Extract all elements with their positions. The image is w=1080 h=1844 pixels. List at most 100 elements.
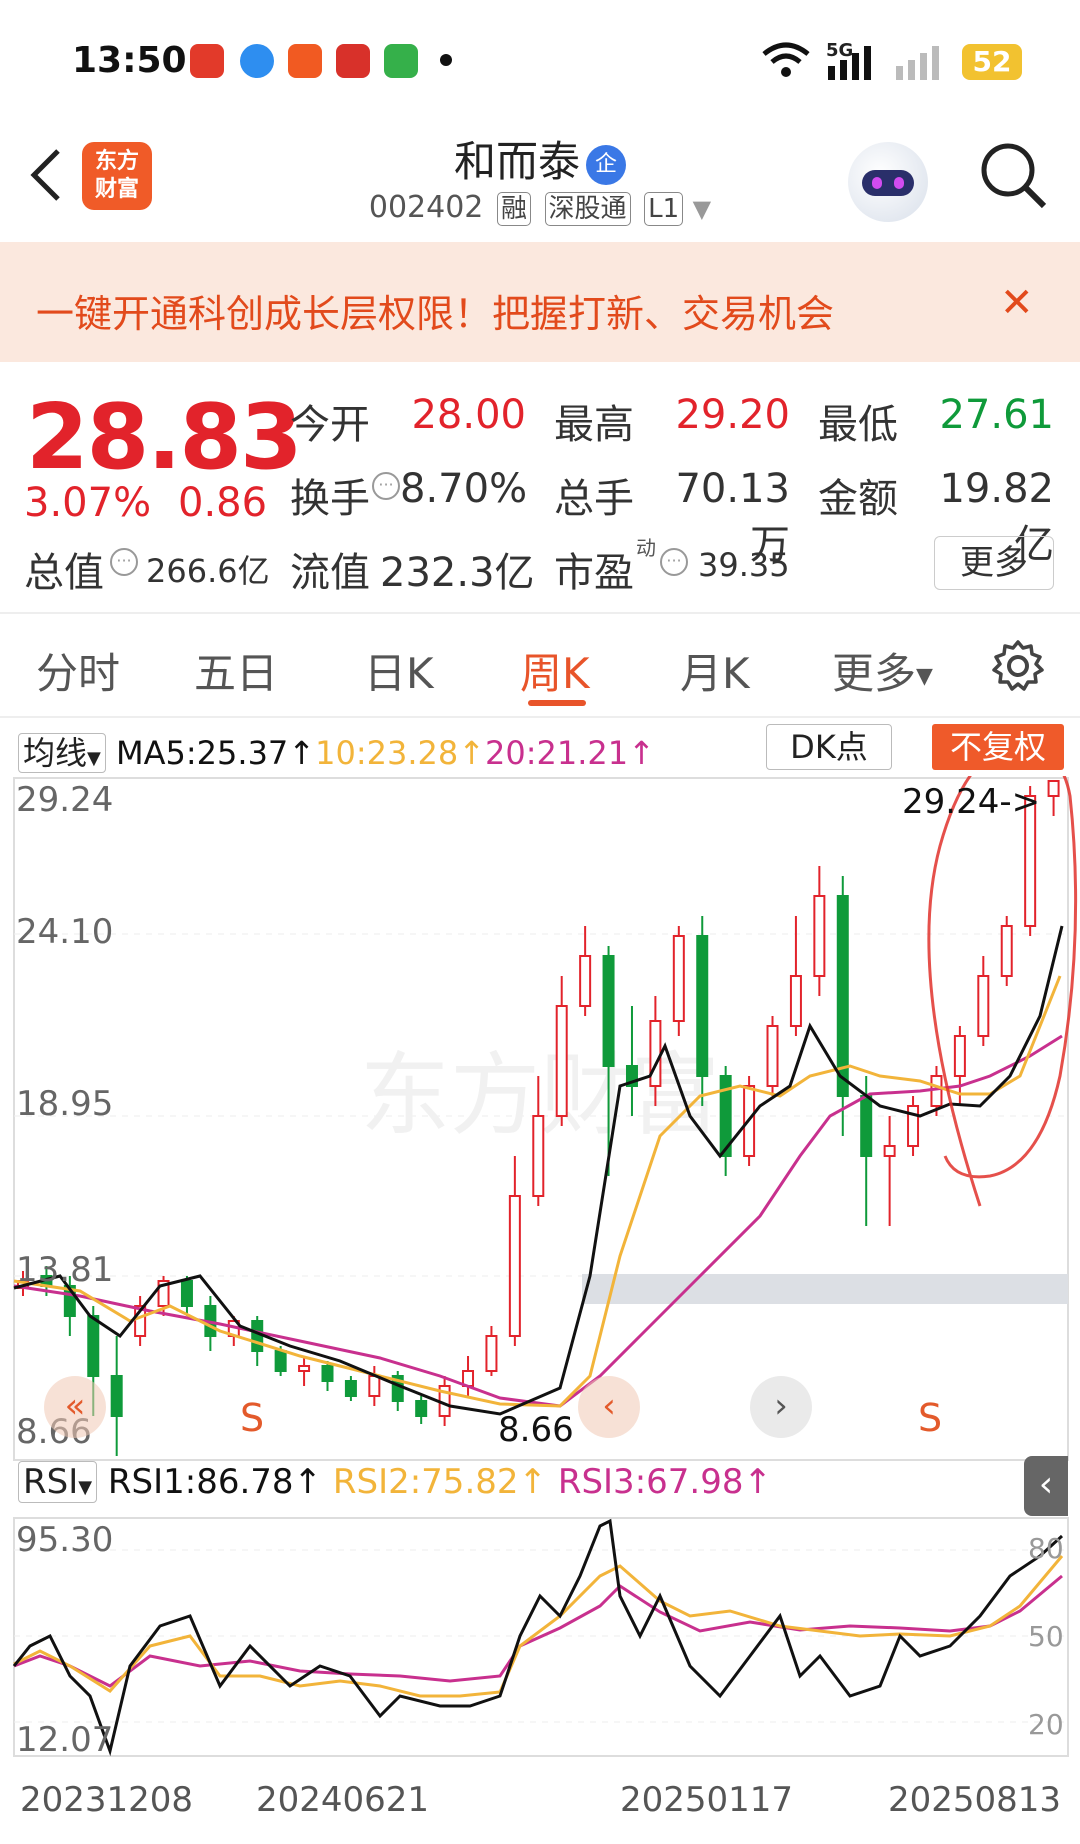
stock-connect-tag: 深股通 <box>544 192 631 226</box>
candle-body <box>649 1020 662 1087</box>
gear-icon[interactable] <box>990 638 1046 694</box>
promo-banner-text[interactable]: 一键开通科创成长层权限！把握打新、交易机会 <box>36 283 834 338</box>
candle-body <box>180 1280 193 1307</box>
change-amount: 0.86 <box>178 480 268 526</box>
signal-icon <box>828 46 939 80</box>
candle-body <box>860 1095 873 1157</box>
change-percent: 3.07% <box>24 480 152 526</box>
forward-button[interactable]: › <box>750 1376 812 1438</box>
rsi-axis-right-label: 20 <box>1028 1708 1064 1741</box>
candle-body <box>977 975 990 1037</box>
candle-body <box>368 1375 381 1397</box>
rsi-selector-label: RSI <box>23 1462 79 1502</box>
assistant-robot-icon[interactable] <box>848 142 928 222</box>
candle-body <box>344 1380 357 1397</box>
fast-back-button[interactable]: « <box>44 1376 106 1438</box>
rsi2-line <box>13 1555 1064 1698</box>
close-icon[interactable]: ✕ <box>1000 280 1034 326</box>
price-axis-label: 18.95 <box>16 1084 114 1124</box>
info-icon[interactable]: ··· <box>110 548 138 576</box>
rsi-axis-label-top: 95.30 <box>16 1520 114 1560</box>
search-icon[interactable] <box>978 140 1048 210</box>
turnover-value: 8.70% <box>400 466 528 512</box>
collapse-panel-button[interactable]: ‹ <box>1024 1456 1068 1516</box>
pe-value: 39.35 <box>698 546 790 584</box>
candle-body <box>251 1320 264 1352</box>
high-label: 最高 <box>554 402 634 448</box>
tab-intraday[interactable]: 分时 <box>36 640 120 701</box>
chevron-down-icon: ▼ <box>692 195 712 223</box>
rsi-chart[interactable] <box>0 1516 1080 1766</box>
current-price: 28.83 <box>26 385 303 490</box>
sell-signal-s: S <box>240 1396 265 1440</box>
candle-body <box>789 975 802 1027</box>
amount-label: 金额 <box>818 476 898 522</box>
candle-body <box>813 895 826 977</box>
market-cap-value: 266.6亿 <box>146 552 270 590</box>
date-label: 20231208 <box>20 1780 194 1820</box>
rsi3-value: RSI3:67.98↑ <box>557 1462 772 1502</box>
candle-body <box>602 955 615 1067</box>
candle-body <box>672 935 685 1022</box>
candle-body <box>766 1025 779 1087</box>
market-cap-label: 总值 <box>24 550 104 596</box>
price-axis-label: 24.10 <box>16 912 114 952</box>
adjust-type-button[interactable]: 不复权 <box>932 724 1064 770</box>
tab-daily-k[interactable]: 日K <box>364 640 434 701</box>
ma20-value: 20:21.21↑ <box>485 734 655 772</box>
dk-point-toggle[interactable]: DK点 <box>766 724 892 770</box>
open-label: 今开 <box>290 402 370 448</box>
candle-body <box>532 1115 545 1197</box>
turnover-label: 换手 <box>290 476 370 522</box>
ma-legend-row: 均线▼ MA5:25.37↑10:23.28↑20:21.21↑ <box>18 728 655 774</box>
candle-body <box>274 1350 287 1372</box>
news-app-icon <box>288 44 322 78</box>
candle-body <box>298 1365 311 1372</box>
low-label: 最低 <box>818 402 898 448</box>
tab-weekly-k[interactable]: 周K <box>520 640 590 701</box>
candle-body <box>696 935 709 1077</box>
price-axis-label-top: 29.24 <box>16 780 114 820</box>
candle-body <box>883 1145 896 1157</box>
date-label: 20250813 <box>888 1780 1062 1820</box>
enterprise-badge: 企 <box>586 144 626 185</box>
high-price-marker: 29.24-> <box>902 782 1041 822</box>
buy-signal-s: S <box>918 1396 943 1440</box>
candle-body <box>110 1375 123 1417</box>
open-value: 28.00 <box>411 392 526 438</box>
price-zone-band <box>582 1274 1068 1304</box>
candle-body <box>415 1400 428 1417</box>
more-quote-button[interactable]: 更多 <box>934 536 1054 590</box>
candle-body <box>579 955 592 1007</box>
divider <box>0 612 1080 614</box>
status-time: 13:50 <box>72 40 187 81</box>
low-price-marker: 8.66 <box>498 1410 574 1450</box>
kline-chart[interactable]: 东方财富 <box>0 776 1080 1462</box>
back-button[interactable]: ‹ <box>578 1376 640 1438</box>
info-icon[interactable]: ··· <box>660 548 688 576</box>
dynamic-app-icon <box>336 44 370 78</box>
float-cap-value: 232.3亿 <box>380 550 535 596</box>
candle-body <box>508 1195 521 1337</box>
ma10-value: 10:23.28↑ <box>315 734 486 772</box>
tab-five-day[interactable]: 五日 <box>194 640 278 701</box>
candle-body <box>555 1005 568 1117</box>
stock-code: 002402 <box>368 190 484 225</box>
more-notifications-icon <box>440 54 452 66</box>
tab-more[interactable]: 更多▼ <box>832 640 933 701</box>
wifi-icon <box>762 42 810 77</box>
pe-dynamic-sup: 动 <box>636 536 656 560</box>
candle-body <box>953 1035 966 1077</box>
pe-label: 市盈 <box>554 550 634 596</box>
rsi-selector[interactable]: RSI▼ <box>18 1461 98 1503</box>
candle-body <box>87 1315 100 1377</box>
battery-indicator: 52 <box>962 44 1022 80</box>
candle-body <box>485 1335 498 1372</box>
info-icon[interactable]: ··· <box>372 472 400 500</box>
stock-name: 和而泰 <box>453 137 580 186</box>
ma-selector[interactable]: 均线▼ <box>18 733 106 773</box>
rsi1-value: RSI1:86.78↑ <box>107 1462 323 1502</box>
tab-monthly-k[interactable]: 月K <box>680 640 750 701</box>
toutiao-app-icon <box>190 44 224 78</box>
active-tab-indicator <box>528 700 586 706</box>
